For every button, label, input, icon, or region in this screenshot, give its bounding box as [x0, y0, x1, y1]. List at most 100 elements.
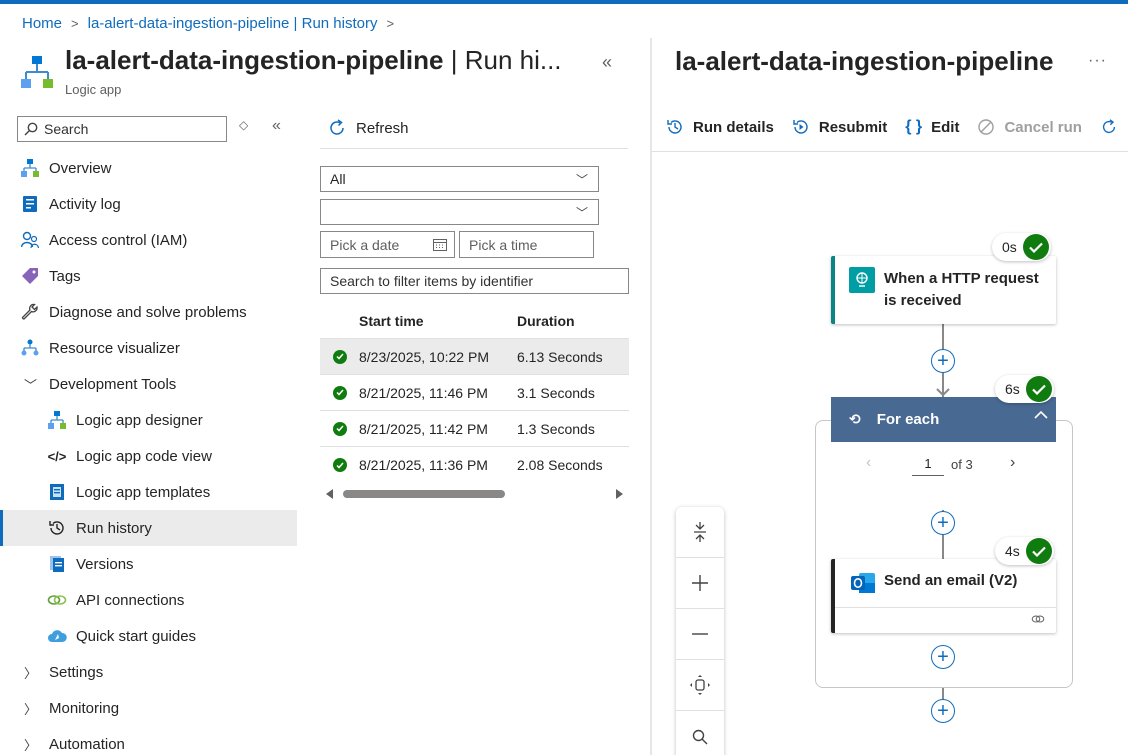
sidebar-nav: Overview Activity log Access control (IA…	[0, 150, 297, 755]
chevron-right-icon: 〉	[24, 665, 38, 681]
chevron-down-icon: ﹀	[575, 173, 588, 187]
refresh-label: Refresh	[356, 119, 409, 137]
more-options-icon[interactable]: ···	[1088, 52, 1107, 70]
status-filter-dropdown[interactable]: All ﹀	[320, 166, 599, 192]
refresh-run-button[interactable]: R	[1100, 118, 1128, 136]
secondary-filter-dropdown[interactable]: ﹀	[320, 199, 599, 225]
cancel-run-button[interactable]: Cancel run	[977, 118, 1082, 136]
date-picker-input[interactable]: Pick a date	[320, 231, 455, 258]
connection-link-icon[interactable]	[1031, 614, 1045, 624]
foreach-header[interactable]: ⟲ For each	[831, 397, 1056, 442]
identifier-search-input[interactable]: Search to filter items by identifier	[320, 268, 629, 294]
search-icon	[692, 729, 708, 744]
iteration-input[interactable]: 1	[912, 456, 944, 476]
designer-icon	[47, 410, 67, 430]
trigger-card[interactable]: When a HTTP request is received	[831, 256, 1056, 324]
chevron-right-icon: 〉	[24, 701, 38, 717]
table-row[interactable]: 8/21/2025, 11:36 PM 2.08 Seconds	[320, 447, 629, 483]
sidebar-item-label: Logic app designer	[76, 411, 203, 429]
sidebar-item-resource-visualizer[interactable]: Resource visualizer	[0, 330, 297, 366]
wrench-icon	[20, 302, 40, 322]
run-details-button[interactable]: Run details	[666, 118, 774, 136]
table-row[interactable]: 8/21/2025, 11:42 PM 1.3 Seconds	[320, 411, 629, 447]
sidebar-item-label: Activity log	[49, 195, 121, 213]
templates-icon	[47, 482, 67, 502]
sidebar-item-overview[interactable]: Overview	[0, 150, 297, 186]
sidebar-item-diagnose[interactable]: Diagnose and solve problems	[0, 294, 297, 330]
breadcrumb-home[interactable]: Home	[22, 15, 62, 32]
activity-log-icon	[20, 194, 40, 214]
tag-icon	[20, 266, 40, 286]
fit-vertical-icon	[694, 522, 706, 542]
foreach-label: For each	[876, 411, 940, 428]
add-step-button[interactable]: +	[931, 349, 955, 373]
fit-view-button[interactable]	[676, 660, 724, 711]
chevron-up-icon[interactable]	[1034, 410, 1048, 419]
search-input[interactable]: Search	[17, 116, 227, 142]
send-email-label: Send an email (V2)	[884, 572, 1018, 589]
trigger-duration-badge: 0s	[992, 233, 1051, 261]
collapse-menu-icon[interactable]: «	[272, 117, 281, 135]
sidebar-item-logic-app-designer[interactable]: Logic app designer	[0, 402, 297, 438]
next-iteration-icon[interactable]: ›	[1010, 454, 1015, 472]
horizontal-scrollbar[interactable]	[325, 488, 625, 500]
breadcrumb-current[interactable]: la-alert-data-ingestion-pipeline | Run h…	[88, 15, 378, 32]
page-subtitle: Logic app	[65, 82, 122, 97]
page-title: la-alert-data-ingestion-pipeline | Run h…	[65, 45, 562, 75]
run-details-label: Run details	[693, 118, 774, 136]
run-history-table: Start time Duration 8/23/2025, 10:22 PM …	[320, 303, 629, 483]
quickstart-icon	[47, 626, 67, 646]
sidebar-group-automation[interactable]: 〉 Automation	[0, 726, 297, 755]
success-check-icon	[1022, 234, 1049, 260]
breadcrumb-separator-icon: >	[386, 16, 395, 31]
code-braces-icon: { }	[905, 118, 923, 135]
divider	[320, 148, 628, 149]
refresh-button[interactable]: Refresh	[327, 118, 409, 138]
table-row[interactable]: 8/21/2025, 11:46 PM 3.1 Seconds	[320, 375, 629, 411]
edit-button[interactable]: { } Edit	[905, 118, 959, 136]
zoom-out-button[interactable]	[676, 609, 724, 660]
sidebar-item-label: Resource visualizer	[49, 339, 180, 357]
column-header-start-time[interactable]: Start time	[359, 313, 517, 329]
sidebar-item-run-history[interactable]: Run history	[0, 510, 297, 546]
sidebar-item-label: Access control (IAM)	[49, 231, 188, 249]
sidebar-group-monitoring[interactable]: 〉 Monitoring	[0, 690, 297, 726]
zoom-in-button[interactable]	[676, 558, 724, 609]
sidebar-item-api-connections[interactable]: API connections	[0, 582, 297, 618]
duration-text: 6s	[1005, 381, 1020, 397]
table-header: Start time Duration	[320, 303, 629, 339]
history-icon	[47, 518, 67, 538]
sidebar-item-logic-app-code-view[interactable]: </> Logic app code view	[0, 438, 297, 474]
sidebar-item-label: Automation	[49, 735, 125, 753]
cancel-run-label: Cancel run	[1004, 118, 1082, 136]
scroll-left-icon	[326, 489, 333, 499]
resubmit-button[interactable]: Resubmit	[792, 118, 887, 136]
logic-app-icon	[21, 56, 53, 88]
sidebar-item-quick-start-guides[interactable]: Quick start guides	[0, 618, 297, 654]
sidebar-item-activity-log[interactable]: Activity log	[0, 186, 297, 222]
overview-icon	[20, 158, 40, 178]
table-row[interactable]: 8/23/2025, 10:22 PM 6.13 Seconds	[320, 339, 629, 375]
sidebar-item-logic-app-templates[interactable]: Logic app templates	[0, 474, 297, 510]
sidebar-item-versions[interactable]: Versions	[0, 546, 297, 582]
run-start-time: 8/23/2025, 10:22 PM	[359, 348, 489, 365]
sidebar-item-tags[interactable]: Tags	[0, 258, 297, 294]
send-email-card[interactable]: Send an email (V2)	[831, 559, 1056, 633]
add-step-button[interactable]: +	[931, 511, 955, 535]
collapse-panel-icon[interactable]: «	[602, 52, 612, 73]
previous-iteration-icon[interactable]: ‹	[866, 454, 871, 472]
column-header-duration[interactable]: Duration	[517, 313, 629, 329]
add-step-button[interactable]: +	[931, 699, 955, 723]
time-picker-input[interactable]: Pick a time	[459, 231, 594, 258]
sidebar-group-settings[interactable]: 〉 Settings	[0, 654, 297, 690]
sidebar-item-iam[interactable]: Access control (IAM)	[0, 222, 297, 258]
history-icon	[667, 120, 682, 134]
add-step-button[interactable]: +	[931, 645, 955, 669]
refresh-icon	[330, 119, 344, 135]
search-canvas-button[interactable]	[676, 711, 724, 755]
trigger-label: When a HTTP request is received	[884, 270, 1039, 309]
iteration-total: of 3	[951, 457, 973, 472]
fit-vertical-button[interactable]	[676, 507, 724, 558]
sidebar-group-development-tools[interactable]: ﹀ Development Tools	[0, 366, 297, 402]
expand-collapse-icon[interactable]: ◇	[239, 118, 248, 132]
